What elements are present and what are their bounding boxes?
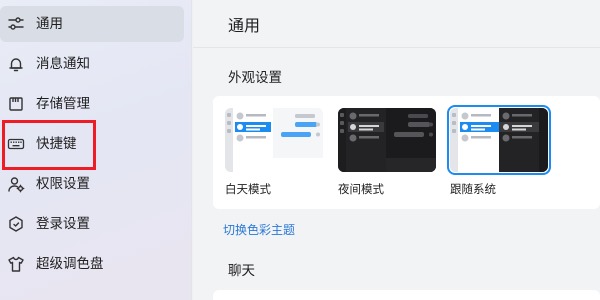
system-theme-preview <box>450 108 548 172</box>
sidebar-item-label: 快捷键 <box>36 136 77 152</box>
light-theme-preview <box>225 108 323 172</box>
theme-label-dark: 夜间模式 <box>338 182 384 196</box>
sidebar-item-notifications[interactable]: 消息通知 <box>0 46 184 82</box>
settings-content: 通用 外观设置 白天模式 夜间模式 跟随系统 切换色彩主题 聊天 <box>193 0 600 300</box>
theme-option-light[interactable]: 白天模式 <box>225 108 323 200</box>
sidebar-item-login[interactable]: 登录设置 <box>0 206 184 242</box>
bell-icon <box>7 55 25 73</box>
theme-option-dark[interactable]: 夜间模式 <box>338 108 436 200</box>
sidebar-item-label: 消息通知 <box>36 56 90 72</box>
sidebar-item-general[interactable]: 通用 <box>0 6 184 42</box>
chat-section-title: 聊天 <box>228 263 255 279</box>
appearance-section-title: 外观设置 <box>228 70 282 86</box>
appearance-panel: 白天模式 夜间模式 跟随系统 <box>213 96 600 209</box>
sidebar-item-storage[interactable]: 存储管理 <box>0 86 184 122</box>
switch-color-theme-link[interactable]: 切换色彩主题 <box>223 222 295 238</box>
theme-label-light: 白天模式 <box>225 182 271 196</box>
sidebar-item-label: 存储管理 <box>36 96 90 112</box>
sidebar-item-label: 登录设置 <box>36 216 90 232</box>
page-title: 通用 <box>228 16 261 35</box>
dark-theme-preview <box>338 108 436 172</box>
sidebar-item-label: 权限设置 <box>36 176 90 192</box>
divider <box>193 47 600 48</box>
sidebar-item-label: 超级调色盘 <box>36 256 104 272</box>
chat-panel <box>213 290 600 300</box>
theme-option-system[interactable]: 跟随系统 <box>447 105 551 200</box>
sidebar: 通用 消息通知 存储管理 快捷键 权限设置 登录设置 超级调色盘 <box>0 0 192 300</box>
sidebar-item-shortcuts[interactable]: 快捷键 <box>0 126 184 162</box>
storage-icon <box>7 95 25 113</box>
user-permission-icon <box>7 175 25 193</box>
sidebar-item-label: 通用 <box>36 16 63 32</box>
sidebar-item-palette[interactable]: 超级调色盘 <box>0 246 184 282</box>
keyboard-icon <box>7 135 25 153</box>
shield-icon <box>7 215 25 233</box>
theme-label-system: 跟随系统 <box>450 182 496 196</box>
shirt-icon <box>7 255 25 273</box>
sliders-icon <box>7 15 25 33</box>
sidebar-item-permissions[interactable]: 权限设置 <box>0 166 184 202</box>
